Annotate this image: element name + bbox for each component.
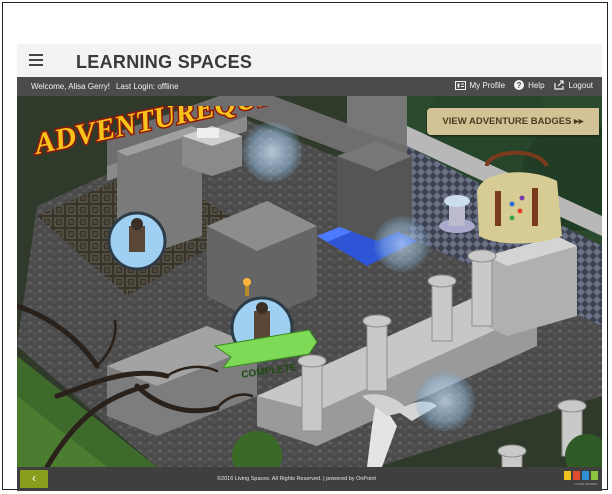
svg-text:?: ? <box>517 81 522 90</box>
view-adventure-badges-button[interactable]: VIEW ADVENTURE BADGES ▸▸ <box>427 108 599 135</box>
quest-node-bottom-right[interactable] <box>415 371 475 431</box>
last-login: Last Login: offline <box>115 82 179 91</box>
logout-link[interactable]: Logout <box>553 80 593 90</box>
logout-icon <box>553 80 564 90</box>
welcome-text: Welcome, Alisa Gerry! Last Login: offline <box>31 82 179 91</box>
user-nav: My Profile ? Help Logout <box>446 80 593 90</box>
profile-icon <box>454 80 466 90</box>
copyright-text: ©2016 Living Spaces. All Rights Reserved… <box>217 476 376 482</box>
menu-icon[interactable] <box>29 54 43 66</box>
help-icon: ? <box>514 80 525 90</box>
help-link[interactable]: ? Help <box>514 80 545 90</box>
living-spaces-logo <box>562 471 598 480</box>
logo-caption: LIVING SPACES <box>574 482 597 486</box>
app-footer: ‹ ©2016 Living Spaces. All Rights Reserv… <box>17 467 602 491</box>
quest-node-fountain[interactable] <box>374 216 430 272</box>
welcome-message: Welcome, Alisa Gerry! <box>31 82 110 91</box>
app-header: LEARNING SPACES <box>17 44 602 78</box>
user-bar: Welcome, Alisa Gerry! Last Login: offline… <box>17 77 602 96</box>
app-window: LEARNING SPACES Welcome, Alisa Gerry! Las… <box>17 44 602 491</box>
adventurequest-logo: ADVENTUREQUEST <box>28 96 317 181</box>
back-button[interactable]: ‹ <box>20 470 48 488</box>
adventurequest-title: ADVENTUREQUEST <box>31 106 271 161</box>
my-profile-label: My Profile <box>469 80 506 90</box>
screenshot-frame: LEARNING SPACES Welcome, Alisa Gerry! Las… <box>2 2 608 491</box>
adventure-map: COMPLETE ADVENTUREQUEST VIEW ADVENTURE B… <box>17 96 602 467</box>
logout-label: Logout <box>568 80 593 90</box>
brand-title: LEARNING SPACES <box>76 52 253 72</box>
my-profile-link[interactable]: My Profile <box>454 80 506 90</box>
help-label: Help <box>528 80 545 90</box>
quest-node-left-avatar[interactable] <box>107 211 167 271</box>
